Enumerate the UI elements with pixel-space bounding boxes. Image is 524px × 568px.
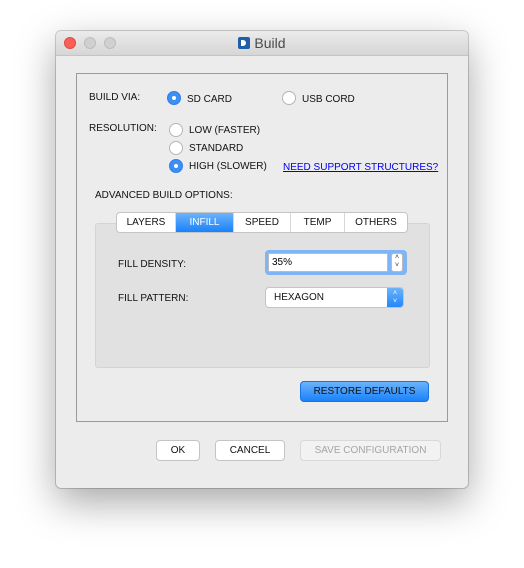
support-structures-link[interactable]: NEED SUPPORT STRUCTURES? <box>283 162 438 173</box>
build-via-label: BUILD VIA: <box>89 92 141 103</box>
tab-panel: FILL DENSITY: ˄˅ FILL PATTERN: HEXAGON ˄… <box>95 223 430 368</box>
tab-speed[interactable]: SPEED <box>234 213 291 232</box>
standard-label: STANDARD <box>189 143 244 154</box>
build-dialog: Build BUILD VIA: SD CARD USB CORD RESOLU… <box>56 31 468 488</box>
fill-pattern-label: FILL PATTERN: <box>118 293 189 304</box>
high-label: HIGH (SLOWER) <box>189 161 267 172</box>
build-options-group: BUILD VIA: SD CARD USB CORD RESOLUTION: … <box>76 73 448 422</box>
radio-high[interactable] <box>169 159 183 173</box>
window-title: Build <box>56 35 468 51</box>
resolution-label: RESOLUTION: <box>89 123 157 134</box>
chevron-updown-icon: ˄ ˅ <box>387 288 403 307</box>
fill-density-field: ˄˅ <box>265 250 407 275</box>
low-label: LOW (FASTER) <box>189 125 261 136</box>
radio-standard[interactable] <box>169 141 183 155</box>
advanced-label: ADVANCED BUILD OPTIONS: <box>95 190 233 201</box>
tab-temp[interactable]: TEMP <box>291 213 345 232</box>
radio-usb-cord[interactable] <box>282 91 296 105</box>
restore-defaults-button[interactable]: RESTORE DEFAULTS <box>300 381 429 402</box>
cancel-button[interactable]: CANCEL <box>215 440 285 461</box>
save-configuration-button[interactable]: SAVE CONFIGURATION <box>300 440 441 461</box>
tab-others[interactable]: OTHERS <box>345 213 407 232</box>
fill-density-input[interactable] <box>268 253 388 272</box>
fill-pattern-value: HEXAGON <box>274 292 325 303</box>
app-logo-icon <box>238 37 251 49</box>
tab-layers[interactable]: LAYERS <box>117 213 176 232</box>
advanced-tabs: LAYERS INFILL SPEED TEMP OTHERS <box>116 212 408 233</box>
fill-density-stepper[interactable]: ˄ ˅ <box>391 253 403 272</box>
title-bar: Build <box>56 31 468 56</box>
radio-sd-card[interactable] <box>167 91 181 105</box>
ok-button[interactable]: OK <box>156 440 200 461</box>
sd-card-label: SD CARD <box>187 94 233 105</box>
usb-cord-label: USB CORD <box>302 94 355 105</box>
radio-low[interactable] <box>169 123 183 137</box>
fill-density-label: FILL DENSITY: <box>118 259 186 270</box>
fill-pattern-select[interactable]: HEXAGON ˄ ˅ <box>265 287 404 308</box>
tab-infill[interactable]: INFILL <box>176 213 234 232</box>
